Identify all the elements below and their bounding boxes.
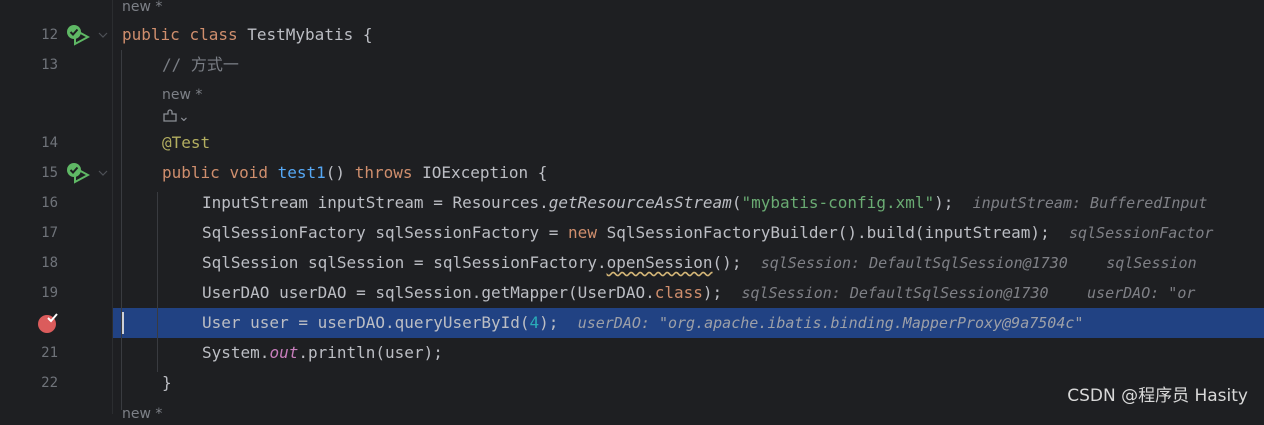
code-text: ); [934, 193, 954, 212]
inline-debug-value[interactable]: inputStream: BufferedInput [973, 194, 1208, 212]
line-number-16: 16 [41, 195, 58, 211]
code-line-22[interactable]: } [162, 368, 172, 398]
keyword: public [122, 25, 180, 44]
breakpoint-icon[interactable] [37, 313, 59, 335]
code-line-20-current[interactable]: User user = userDAO.queryUserById(4); us… [202, 308, 1083, 338]
line-number-19: 19 [41, 285, 58, 301]
keyword: class [189, 25, 238, 44]
code-text: () [325, 163, 346, 182]
line-number-12: 12 [41, 27, 58, 43]
code-vision-actions-hint[interactable]: ⌄ [162, 106, 190, 128]
code-text: SqlSessionFactoryBuilder().build(inputSt… [596, 223, 1050, 242]
code-text: SqlSession sqlSession = sqlSessionFactor… [202, 253, 607, 272]
keyword: class [654, 283, 703, 302]
line-number-15: 15 [41, 165, 58, 181]
code-line-17[interactable]: SqlSessionFactory sqlSessionFactory = ne… [202, 218, 1213, 248]
code-line-14[interactable]: @Test [162, 128, 210, 158]
code-text: { [353, 25, 373, 44]
line-number-13: 13 [41, 57, 58, 73]
run-test-icon[interactable] [66, 162, 90, 184]
keyword: throws [354, 163, 413, 182]
code-text: ); [702, 283, 723, 302]
annotation: @Test [162, 133, 211, 152]
inline-debug-value[interactable]: userDAO: "or [1087, 284, 1195, 302]
code-line-21[interactable]: System.out.println(user); [202, 338, 443, 368]
code-text: ); [539, 313, 559, 332]
code-text: UserDAO userDAO = sqlSession.getMapper(U… [202, 283, 655, 302]
code-text: (); [712, 253, 742, 272]
code-text: } [162, 373, 172, 392]
static-method-call: getResourceAsStream [548, 193, 732, 212]
comment: // 方式一 [162, 55, 239, 74]
keyword: public [162, 163, 220, 182]
watermark: CSDN @程序员 Hasity [1067, 386, 1248, 406]
code-line-15[interactable]: public void test1() throws IOException { [162, 158, 547, 188]
code-text: System. [202, 343, 270, 362]
indent-guide [157, 192, 158, 372]
indent-guide [121, 50, 122, 410]
inline-debug-value[interactable]: userDAO: "org.apache.ibatis.binding.Mapp… [578, 314, 1084, 332]
inline-debug-value[interactable]: sqlSession [1106, 254, 1196, 272]
code-line-13[interactable]: // 方式一 [162, 50, 239, 80]
line-number-18: 18 [41, 255, 58, 271]
method-name: test1 [277, 163, 326, 182]
line-number-22: 22 [41, 375, 58, 391]
chevron-down-icon: ⌄ [178, 109, 190, 125]
code-vision-author-hint[interactable]: new * [162, 84, 202, 106]
code-vision-author-hint[interactable]: new * [122, 0, 162, 18]
code-text: IOException { [422, 163, 548, 182]
number-literal: 4 [529, 313, 540, 332]
keyword: new [568, 223, 597, 242]
code-text: SqlSessionFactory sqlSessionFactory = [202, 223, 569, 242]
puzzle-icon [163, 109, 177, 122]
code-line-19[interactable]: UserDAO userDAO = sqlSession.getMapper(U… [202, 278, 1195, 308]
code-text: ( [731, 193, 742, 212]
method-call-warning: openSession [606, 253, 713, 272]
fold-marker-icon[interactable] [98, 168, 108, 178]
inline-debug-value[interactable]: sqlSessionFactor [1069, 224, 1214, 242]
inline-debug-value[interactable]: sqlSession: DefaultSqlSession@1730 [761, 254, 1068, 272]
fold-marker-icon[interactable] [98, 30, 108, 40]
text-caret [122, 312, 124, 334]
code-line-18[interactable]: SqlSession sqlSession = sqlSessionFactor… [202, 248, 1197, 278]
inline-debug-value[interactable]: sqlSession: DefaultSqlSession@1730 [741, 284, 1048, 302]
keyword: void [229, 163, 268, 182]
run-test-icon[interactable] [66, 24, 90, 46]
line-number-21: 21 [41, 345, 58, 361]
code-line-16[interactable]: InputStream inputStream = Resources.getR… [202, 188, 1207, 218]
line-number-14: 14 [41, 135, 58, 151]
class-name: TestMybatis [247, 25, 354, 44]
code-text: InputStream inputStream = Resources. [202, 193, 549, 212]
code-vision-author-hint[interactable]: new * [122, 403, 162, 425]
code-text: .println(user); [298, 343, 443, 362]
string-literal: "mybatis-config.xml" [741, 193, 935, 212]
line-number-17: 17 [41, 225, 58, 241]
code-text: User user = userDAO.queryUserById( [202, 313, 530, 332]
static-field: out [269, 343, 299, 362]
code-line-12[interactable]: public class TestMybatis { [122, 20, 372, 50]
